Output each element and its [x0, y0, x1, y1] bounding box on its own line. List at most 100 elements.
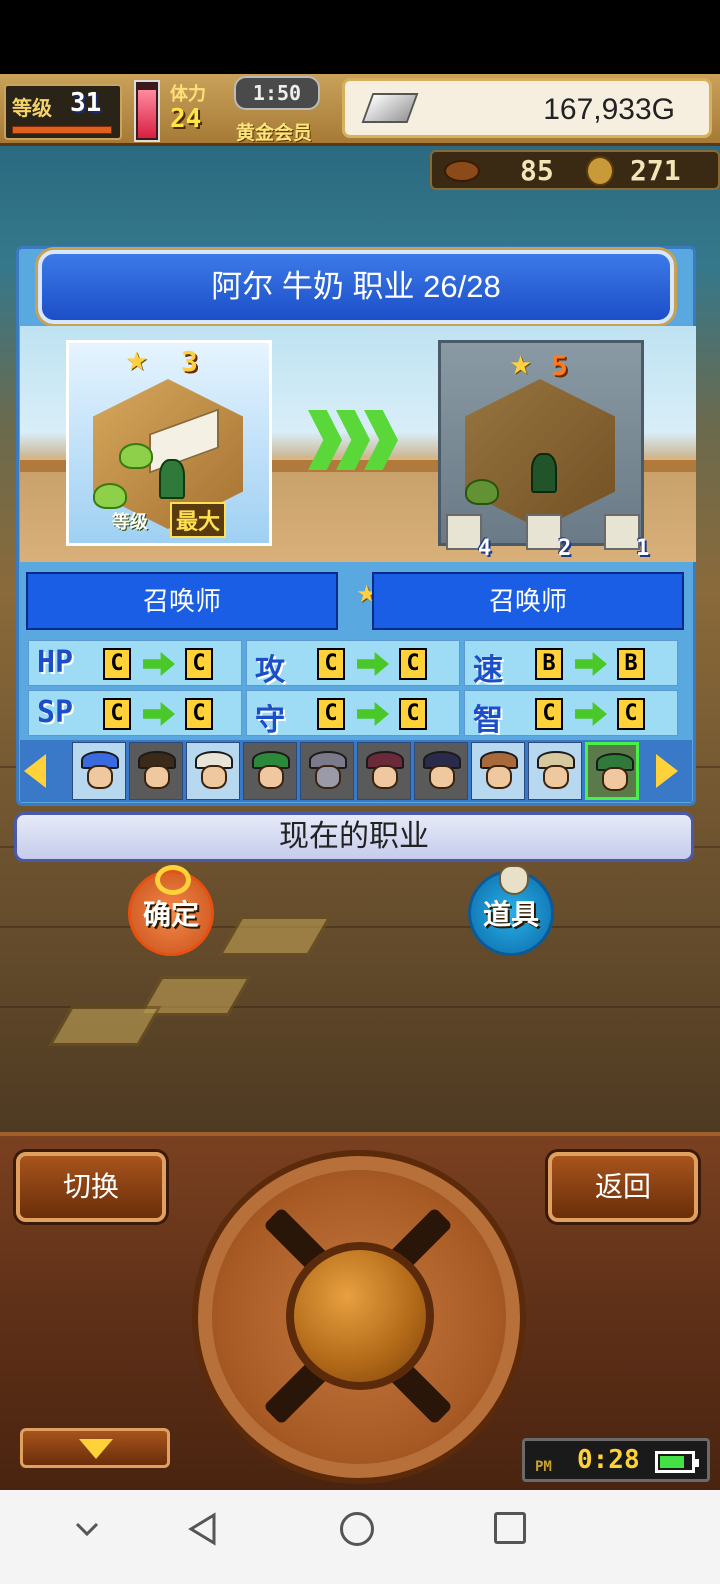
sword-icon — [526, 514, 562, 550]
recents-square-icon[interactable] — [494, 1512, 526, 1544]
current-job-name: 召唤师 — [26, 572, 338, 630]
membership-badge: 黄金会员 — [236, 122, 313, 144]
job-portrait[interactable] — [471, 742, 525, 800]
stat-label: 速 — [473, 653, 503, 688]
stat-grade-to: C — [185, 648, 213, 680]
character-icon — [159, 459, 185, 499]
star-icon: ★ — [509, 351, 533, 381]
job-portrait[interactable] — [243, 742, 297, 800]
arrow-right-icon — [357, 702, 389, 726]
arrow-right-icon — [575, 702, 607, 726]
chevron-down-icon[interactable] — [74, 1516, 100, 1542]
stat-row: 守 C C — [246, 690, 460, 738]
arrow-right-icon — [143, 652, 175, 676]
stat-row: 速 B B — [464, 640, 678, 688]
next-star-rank: 5 — [551, 349, 568, 382]
status-band — [0, 0, 720, 74]
roster-next-arrow-icon[interactable] — [656, 754, 678, 788]
back-button[interactable]: 返回 — [548, 1152, 698, 1222]
stat-row: 智 C C — [464, 690, 678, 738]
job-roster — [20, 740, 692, 802]
badge-count: 1 — [636, 536, 650, 561]
resource-bar: 85 271 — [430, 150, 720, 190]
ring-icon — [155, 865, 191, 895]
job-portrait-selected[interactable] — [585, 742, 639, 800]
arrow-right-icon — [575, 652, 607, 676]
stat-grade-to: C — [185, 698, 213, 730]
fist-icon — [604, 514, 640, 550]
stat-grade-from: C — [103, 648, 131, 680]
character-icon — [531, 453, 557, 493]
stamina-value: 24 — [170, 104, 202, 134]
stat-label: SP — [37, 695, 74, 730]
anchor-icon — [446, 514, 482, 550]
stat-label: HP — [37, 645, 74, 680]
clock-period: PM — [535, 1459, 552, 1475]
level-label: 等级 — [112, 512, 148, 533]
items-label: 道具 — [482, 898, 539, 931]
level-box: 等级 31 — [4, 84, 122, 140]
silver-bar-icon — [361, 93, 419, 123]
coin-icon — [586, 156, 614, 186]
resource2-value: 271 — [630, 154, 681, 187]
battery-icon — [655, 1451, 699, 1473]
current-star-rank: 3 — [181, 345, 198, 378]
back-triangle-icon[interactable] — [186, 1512, 220, 1546]
dpad-center-button[interactable] — [286, 1242, 434, 1390]
current-job-card: ★ 3 — [66, 340, 272, 546]
stat-grade-from: C — [103, 698, 131, 730]
level-value: 31 — [70, 88, 102, 118]
stamina-gauge — [134, 80, 160, 142]
stat-label: 攻 — [255, 653, 285, 688]
clock-time: 0:28 — [577, 1445, 640, 1475]
items-button[interactable]: 道具 — [468, 865, 554, 956]
gold-box: 167,933G — [342, 78, 712, 138]
stat-label: 守 — [255, 703, 285, 738]
resource1-value: 85 — [520, 154, 554, 187]
bag-icon — [499, 865, 529, 895]
stat-comparison-grid: HP C C 攻 C C 速 B B SP C C 守 C C 智 C C — [28, 640, 680, 738]
stat-grade-from: C — [317, 648, 345, 680]
system-nav-bar — [0, 1490, 720, 1584]
stamina-label: 体力 — [170, 84, 206, 105]
job-portrait[interactable] — [129, 742, 183, 800]
level-label: 等级 — [12, 96, 52, 120]
job-portrait[interactable] — [414, 742, 468, 800]
roster-prev-arrow-icon[interactable] — [24, 754, 46, 788]
job-portrait[interactable] — [357, 742, 411, 800]
slime-icon — [93, 483, 127, 509]
stat-row: 攻 C C — [246, 640, 460, 688]
game-clock: PM 0:28 — [522, 1438, 710, 1482]
dialog-title: 阿尔 牛奶 职业 26/28 — [211, 269, 501, 304]
job-portrait[interactable] — [300, 742, 354, 800]
badge-count: 2 — [558, 536, 572, 561]
stat-grade-to: C — [617, 698, 645, 730]
slime-icon — [119, 443, 153, 469]
next-job-name: 召唤师 — [372, 572, 684, 630]
job-portrait[interactable] — [72, 742, 126, 800]
arrow-right-icon — [143, 702, 175, 726]
stat-grade-from: C — [317, 698, 345, 730]
triple-chevron-icon — [308, 410, 398, 470]
star-icon: ★ — [125, 347, 149, 377]
job-portrait[interactable] — [528, 742, 582, 800]
arrow-right-icon — [357, 652, 389, 676]
dialog-title-banner: 阿尔 牛奶 职业 26/28 — [38, 250, 674, 324]
menu-down-button[interactable] — [20, 1428, 170, 1468]
switch-button[interactable]: 切换 — [16, 1152, 166, 1222]
current-job-button[interactable]: 现在的职业 — [14, 812, 694, 862]
confirm-label: 确定 — [142, 898, 199, 931]
stat-grade-from: C — [535, 698, 563, 730]
triangle-down-icon — [79, 1439, 113, 1459]
exp-bar — [12, 126, 112, 134]
stat-grade-to: C — [399, 698, 427, 730]
stat-label: 智 — [473, 703, 503, 738]
confirm-button[interactable]: 确定 — [128, 865, 214, 956]
stat-row: HP C C — [28, 640, 242, 686]
stat-grade-to: C — [399, 648, 427, 680]
level-max-badge: 最大 — [170, 502, 227, 538]
slime-icon — [465, 479, 499, 505]
job-portrait[interactable] — [186, 742, 240, 800]
timer-display: 1:50 — [234, 76, 320, 110]
home-circle-icon[interactable] — [340, 1512, 374, 1546]
